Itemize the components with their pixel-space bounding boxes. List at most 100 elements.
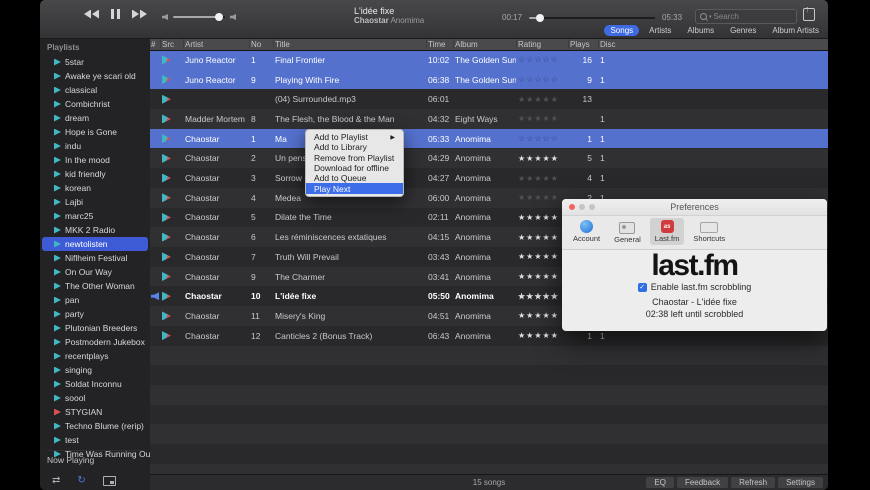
close-icon[interactable] xyxy=(569,204,575,210)
tab-albums[interactable]: Albums xyxy=(681,25,720,36)
rating-stars[interactable]: ☆☆☆☆☆ xyxy=(518,75,559,84)
table-row[interactable]: (04) Surrounded.mp3 06:01 ★★★★★ 13 xyxy=(150,89,828,110)
scrobble-checkbox[interactable]: ✓ xyxy=(637,282,647,292)
sidebar-item-combichrist[interactable]: Combichrist xyxy=(40,97,150,111)
tab-album-artists[interactable]: Album Artists xyxy=(766,25,825,36)
menu-item-add-to-queue[interactable]: Add to Queue xyxy=(306,173,403,183)
table-row[interactable]: Juno Reactor 9 Playing With Fire 06:38 The G… xyxy=(150,69,828,90)
menu-item-add-to-library[interactable]: Add to Library xyxy=(306,142,403,152)
search-input[interactable]: ▾ Search xyxy=(695,9,797,24)
sidebar-item-awake-ye-scari-old[interactable]: Awake ye scari old xyxy=(40,69,150,83)
tab-artists[interactable]: Artists xyxy=(643,25,677,36)
sidebar-item-test[interactable]: test xyxy=(40,433,150,447)
playlist-label: dream xyxy=(65,113,90,123)
rating-stars[interactable]: ★★★★★ xyxy=(518,311,559,320)
rating-stars[interactable]: ★★★★★ xyxy=(518,95,559,104)
rating-stars[interactable]: ★★★★★ xyxy=(518,154,559,163)
previous-track-button[interactable] xyxy=(84,9,99,19)
sidebar-item-party[interactable]: party xyxy=(40,307,150,321)
column-header-no[interactable]: No xyxy=(251,38,272,50)
sidebar-item-pan[interactable]: pan xyxy=(40,293,150,307)
column-header-disc[interactable]: Disc xyxy=(600,38,622,50)
rating-stars[interactable]: ★★★★★ xyxy=(518,114,559,123)
sidebar-item-hope-is-gone[interactable]: Hope is Gone xyxy=(40,125,150,139)
sidebar-item-classical[interactable]: classical xyxy=(40,83,150,97)
preferences-titlebar[interactable]: Preferences xyxy=(562,199,827,216)
menu-item-add-to-playlist[interactable]: Add to Playlist ▶ xyxy=(306,132,403,142)
menu-item-play-next[interactable]: Play Next xyxy=(306,183,403,194)
sidebar-item-in-the-mood[interactable]: In the mood xyxy=(40,153,150,167)
table-row[interactable]: Chaostar 2 Un pensie 04:29 Anomima ★★★★★ 5 1 xyxy=(150,148,828,169)
sidebar-item-dream[interactable]: dream xyxy=(40,111,150,125)
sidebar-item-the-other-woman[interactable]: The Other Woman xyxy=(40,279,150,293)
sidebar-item-postmodern-jukebox[interactable]: Postmodern Jukebox xyxy=(40,335,150,349)
rating-stars[interactable]: ☆☆☆☆☆ xyxy=(518,55,559,64)
volume-slider[interactable] xyxy=(173,13,225,21)
sidebar-item-recentplays[interactable]: recentplays xyxy=(40,349,150,363)
minimize-icon[interactable] xyxy=(579,204,585,210)
sidebar-item-mkk-2-radio[interactable]: MKK 2 Radio xyxy=(40,223,150,237)
source-icon xyxy=(162,311,171,321)
column-header-artist[interactable]: Artist xyxy=(185,38,249,50)
sidebar-item-soldat-inconnu[interactable]: Soldat Inconnu xyxy=(40,377,150,391)
column-header-src[interactable]: Src xyxy=(162,38,182,50)
table-row[interactable]: Madder Mortem 8 The Flesh, the Blood & the… xyxy=(150,109,828,129)
tab-genres[interactable]: Genres xyxy=(724,25,762,36)
prefs-tab-account[interactable]: Account xyxy=(568,218,605,245)
sidebar-item-5star[interactable]: 5star xyxy=(40,55,150,69)
progress-slider[interactable] xyxy=(529,13,656,22)
rating-stars[interactable]: ★★★★★ xyxy=(518,174,559,183)
rating-stars[interactable]: ★★★★★ xyxy=(518,272,559,281)
eq-button[interactable]: EQ xyxy=(646,477,674,488)
repeat-icon[interactable]: ↻ xyxy=(77,476,85,486)
sidebar-item-indu[interactable]: indu xyxy=(40,139,150,153)
table-row-empty xyxy=(150,365,828,385)
sidebar-item-kid-friendly[interactable]: kid friendly xyxy=(40,167,150,181)
column-header-time[interactable]: Time xyxy=(428,38,454,50)
prefs-tab-last-fm[interactable]: as Last.fm xyxy=(649,218,685,245)
table-row[interactable]: Chaostar 1 Ma 05:33 Anomima ☆☆☆☆☆ 1 1 xyxy=(150,128,828,149)
rating-stars[interactable]: ★★★★★ xyxy=(518,252,559,261)
sidebar-item-stygian[interactable]: STYGIAN xyxy=(40,405,150,419)
sidebar-item-plutonian-breeders[interactable]: Plutonian Breeders xyxy=(40,321,150,335)
rating-stars[interactable]: ★★★★★ xyxy=(518,233,559,242)
feedback-button[interactable]: Feedback xyxy=(676,477,729,488)
sidebar-item-singing[interactable]: singing xyxy=(40,363,150,377)
mini-player-icon[interactable] xyxy=(102,476,116,486)
rating-stars[interactable]: ★★★★★ xyxy=(518,292,559,301)
sidebar-item-newtolisten[interactable]: newtolisten xyxy=(42,237,148,251)
column-header-album[interactable]: Album xyxy=(455,38,516,50)
rating-stars[interactable]: ★★★★★ xyxy=(518,213,559,222)
settings-button[interactable]: Settings xyxy=(778,477,823,488)
menu-item-download-for-offline[interactable]: Download for offline xyxy=(306,163,403,173)
table-row[interactable]: Chaostar 3 Sorrow D 04:27 Anomima ★★★★★ 4 1 xyxy=(150,168,828,188)
column-header-plays[interactable]: Plays xyxy=(570,38,592,50)
zoom-icon[interactable] xyxy=(589,204,595,210)
menu-item-remove-from-playlist[interactable]: Remove from Playlist xyxy=(306,153,403,163)
sidebar-item-soool[interactable]: soool xyxy=(40,391,150,405)
shuffle-icon[interactable]: ⇄ xyxy=(52,476,60,486)
playlist-icon xyxy=(54,100,61,108)
refresh-button[interactable]: Refresh xyxy=(731,477,776,488)
sidebar-item-niflheim-festival[interactable]: Niflheim Festival xyxy=(40,251,150,265)
rating-stars[interactable]: ★★★★★ xyxy=(518,193,559,202)
sidebar-item-korean[interactable]: korean xyxy=(40,181,150,195)
column-header-title[interactable]: Title xyxy=(275,38,426,50)
sidebar-item-marc25[interactable]: marc25 xyxy=(40,209,150,223)
prefs-tab-shortcuts[interactable]: Shortcuts xyxy=(688,218,730,245)
column-header-rating[interactable]: Rating xyxy=(518,38,574,50)
prefs-tab-general[interactable]: General xyxy=(609,218,646,246)
table-row[interactable]: Juno Reactor 1 Final Frontier 10:02 The Gold… xyxy=(150,50,828,70)
now-playing-section-label[interactable]: Now Playing xyxy=(47,450,143,465)
next-track-button[interactable] xyxy=(132,10,147,19)
tab-songs[interactable]: Songs xyxy=(604,25,640,36)
column-header-ind[interactable]: # xyxy=(151,38,160,50)
sidebar-item-on-our-way[interactable]: On Our Way xyxy=(40,265,150,279)
pause-button[interactable] xyxy=(110,9,121,19)
cell-disc: 1 xyxy=(600,153,605,164)
rating-stars[interactable]: ★★★★★ xyxy=(518,331,559,340)
rating-stars[interactable]: ☆☆☆☆☆ xyxy=(518,134,559,143)
sidebar-item-techno-blume-rerip-[interactable]: Techno Blume (rerip) xyxy=(40,419,150,433)
sidebar-item-lajbi[interactable]: Lajbi xyxy=(40,195,150,209)
share-button[interactable] xyxy=(803,4,815,21)
